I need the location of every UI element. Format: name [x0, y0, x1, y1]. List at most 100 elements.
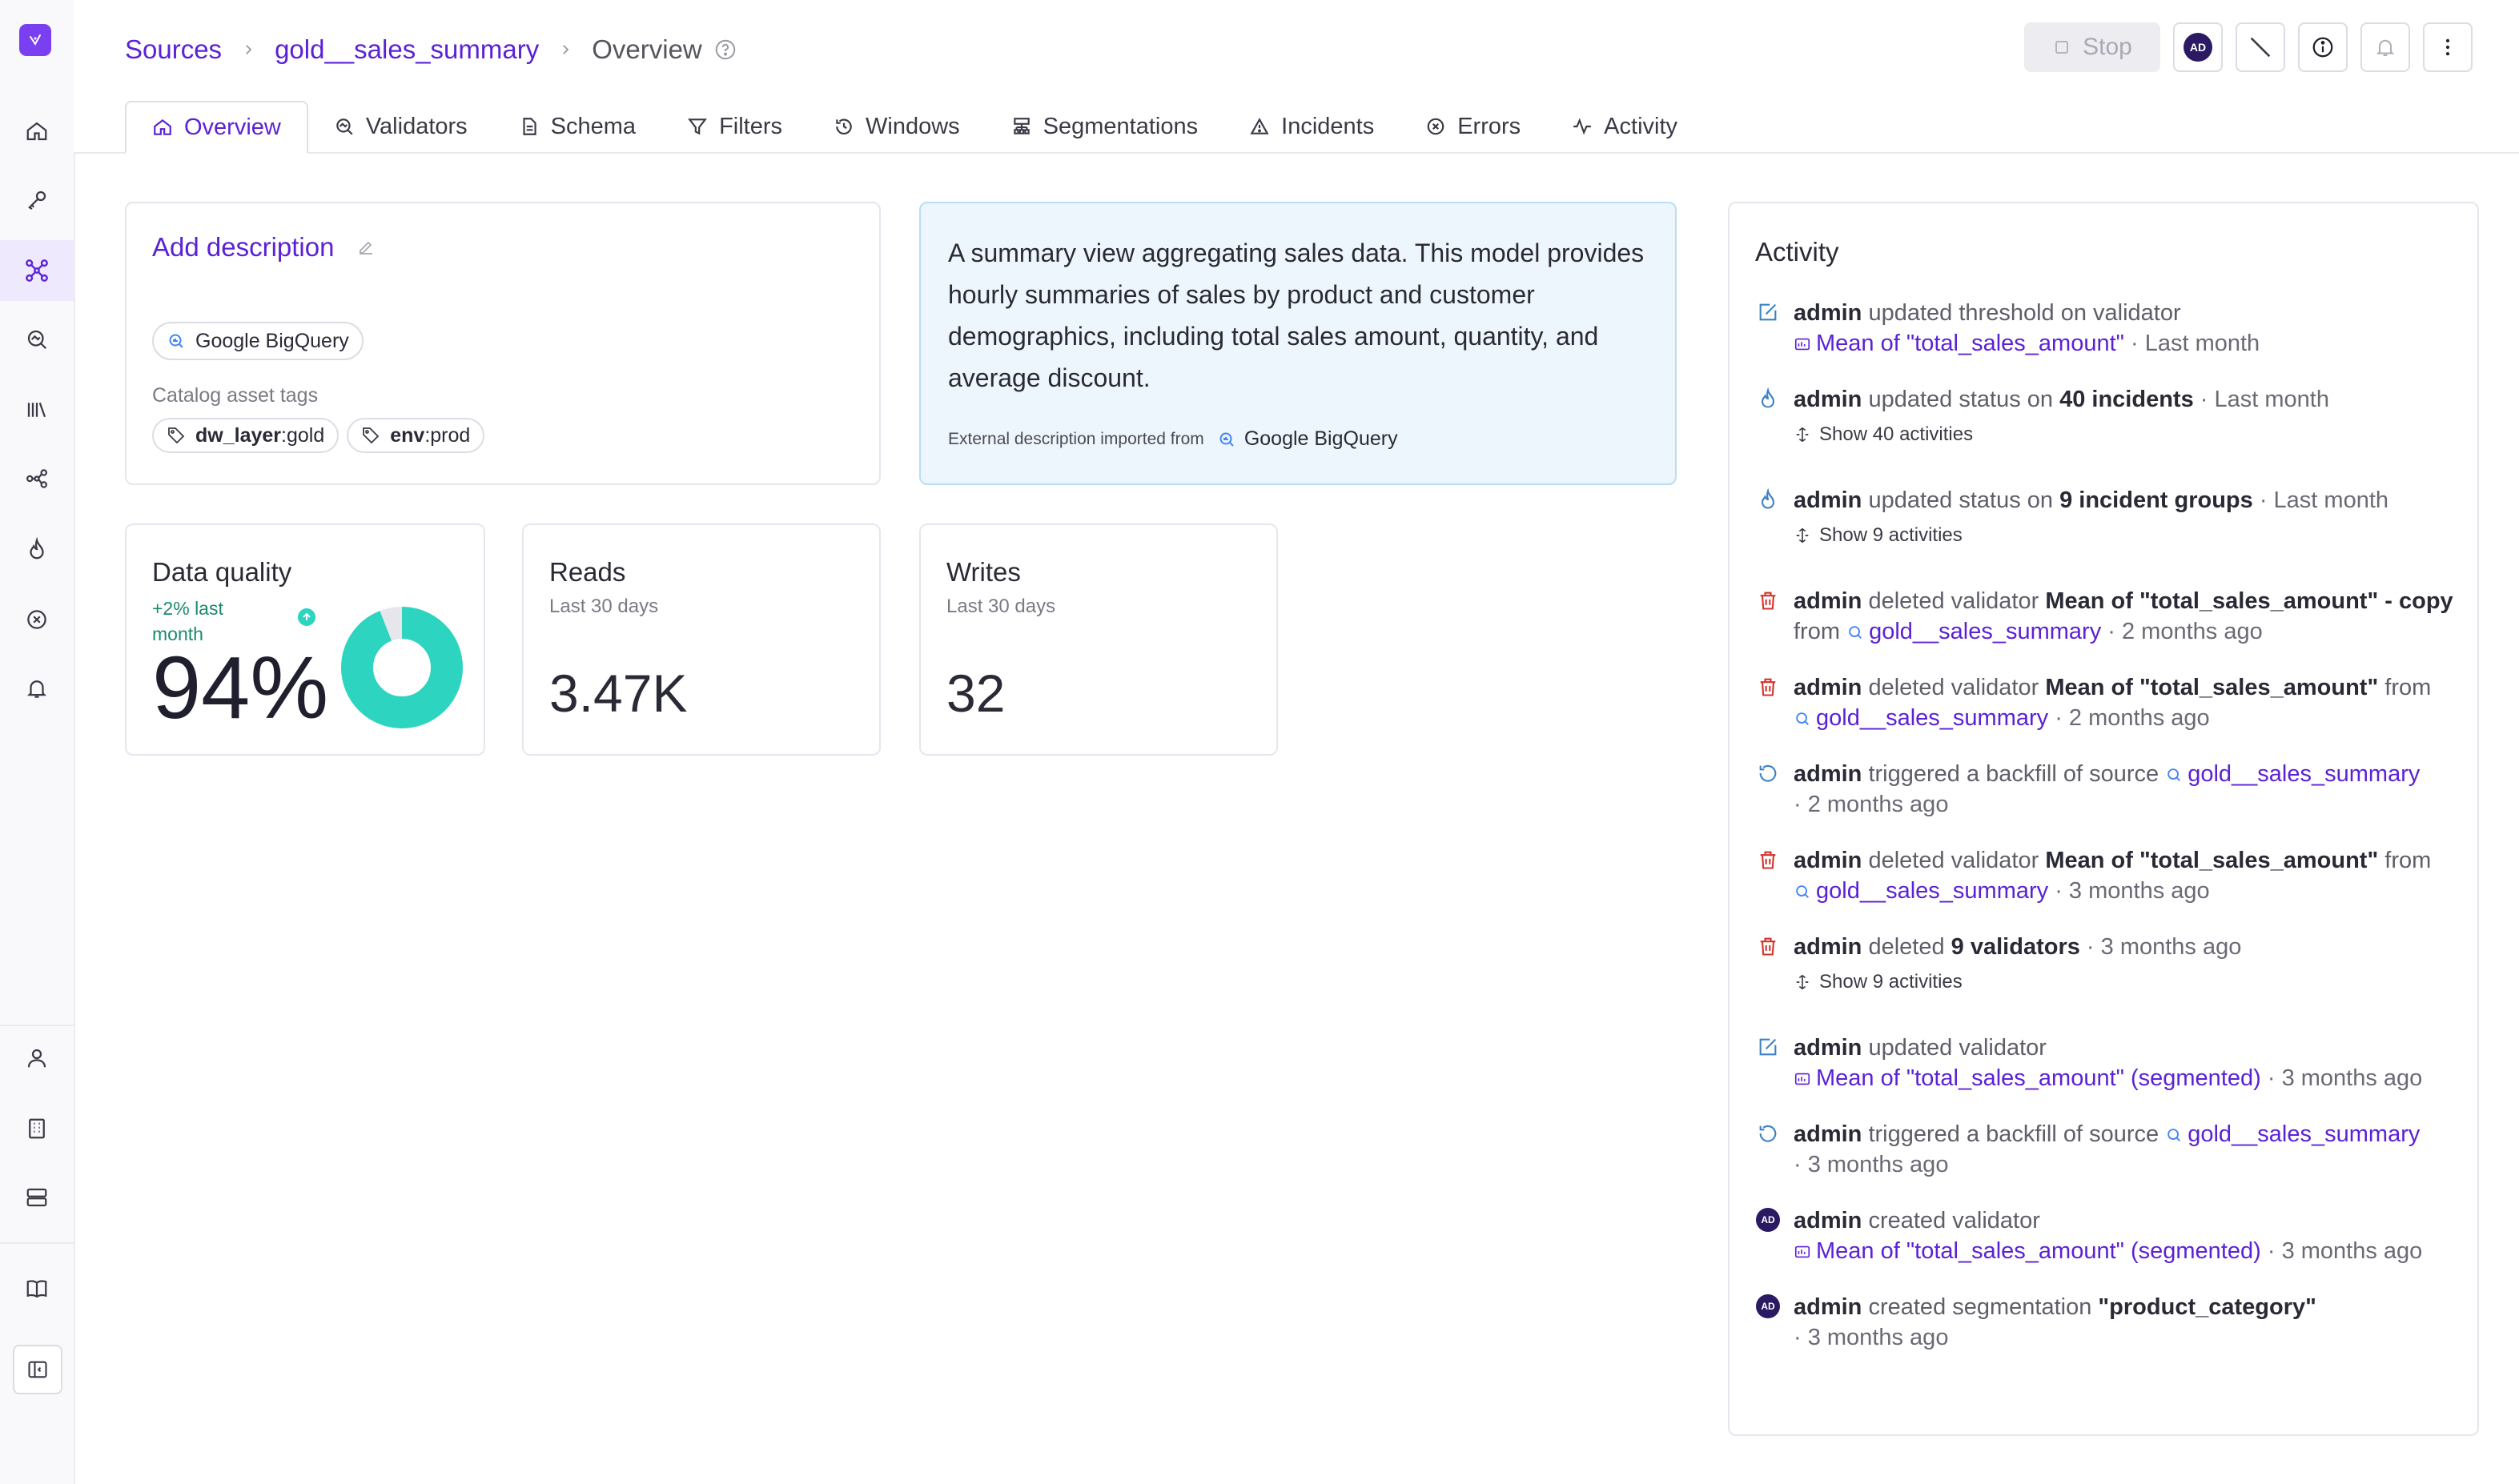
activity-link[interactable]: Mean of "total_sales_amount" — [1816, 331, 2124, 356]
sidebar — [0, 0, 75, 1484]
activity-from: from — [2378, 848, 2432, 873]
source-chip[interactable]: Google BigQuery — [152, 322, 364, 360]
writes-title: Writes — [946, 557, 1021, 587]
show-activities-button[interactable]: Show 9 activities — [1794, 520, 2463, 551]
tab-label: Windows — [866, 113, 960, 139]
more-vertical-icon — [2437, 36, 2459, 58]
breadcrumb-current: Overview — [592, 34, 702, 64]
activity-link[interactable]: gold__sales_summary — [1816, 705, 2048, 731]
stop-label: Stop — [2083, 34, 2132, 60]
validator-chart-icon — [1794, 1070, 1811, 1088]
sidebar-collapse-button[interactable] — [13, 1345, 62, 1394]
activity-action: created segmentation — [1862, 1294, 2099, 1320]
activity-link[interactable]: Mean of "total_sales_amount" (segmented) — [1816, 1065, 2261, 1091]
activity-time: · 2 months ago — [2048, 705, 2210, 731]
bigquery-icon — [2165, 1126, 2183, 1144]
activity-action: updated status on — [1862, 387, 2060, 412]
activity-time: · Last month — [2123, 331, 2260, 356]
data-quality-card[interactable]: Data quality +2% last month 94% — [125, 523, 485, 756]
server-icon — [25, 1185, 49, 1209]
sidebar-item-incidents[interactable] — [0, 519, 74, 580]
sidebar-item-validators[interactable] — [0, 309, 74, 370]
sidebar-item-namespaces[interactable] — [0, 1098, 74, 1159]
sidebar-item-home[interactable] — [0, 101, 74, 162]
add-description-button[interactable]: Add description — [152, 232, 376, 263]
validator-chart-icon — [1794, 1243, 1811, 1261]
activity-action: deleted — [1862, 934, 1951, 960]
tab-errors[interactable]: Errors — [1400, 101, 1546, 152]
more-options-button[interactable] — [2423, 22, 2473, 72]
tab-label: Segmentations — [1043, 113, 1199, 139]
tab-label: Schema — [550, 113, 637, 139]
sidebar-item-lineage[interactable] — [0, 448, 74, 509]
activity-link[interactable]: gold__sales_summary — [1816, 878, 2048, 904]
tags-row: dw_layer:gold env:prod — [152, 418, 485, 453]
tab-validators[interactable]: Validators — [308, 101, 493, 152]
activity-action: triggered a backfill of source — [1862, 1121, 2166, 1147]
tab-activity[interactable]: Activity — [1546, 101, 1703, 152]
sidebar-item-settings[interactable] — [0, 1167, 74, 1228]
breadcrumb: Sources gold__sales_summary Overview — [125, 27, 737, 72]
stop-icon — [2052, 38, 2071, 57]
activity-time: · 3 months ago — [2079, 934, 2242, 960]
sidebar-item-catalog[interactable] — [0, 379, 74, 440]
activity-time: · 3 months ago — [1794, 1325, 1949, 1350]
tab-label: Incidents — [1281, 113, 1375, 139]
tag-key: dw_layer — [195, 423, 282, 447]
sidebar-item-users[interactable] — [0, 1028, 74, 1089]
activity-user: admin — [1794, 300, 1862, 326]
tab-schema[interactable]: Schema — [493, 101, 661, 152]
tab-overview[interactable]: Overview — [125, 101, 308, 154]
activity-target: 40 incidents — [2059, 387, 2194, 412]
tag-chip[interactable]: env:prod — [347, 418, 485, 453]
tab-bar: Overview Validators Schema Filters Windo… — [125, 99, 1703, 154]
tab-incidents[interactable]: Incidents — [1223, 101, 1400, 152]
activity-user: admin — [1794, 588, 1862, 614]
activity-link[interactable]: gold__sales_summary — [2188, 761, 2420, 787]
activity-time: · 3 months ago — [2260, 1238, 2423, 1264]
reads-card: Reads Last 30 days 3.47K — [522, 523, 881, 756]
header-actions: Stop AD — [2024, 22, 2473, 72]
tab-filters[interactable]: Filters — [661, 101, 808, 152]
trash-icon — [1755, 674, 1781, 700]
help-circle-icon[interactable] — [713, 38, 737, 62]
owner-avatar-button[interactable]: AD — [2173, 22, 2223, 72]
activity-user: admin — [1794, 1294, 1862, 1320]
app-logo[interactable] — [19, 24, 51, 56]
activity-link[interactable]: gold__sales_summary — [1869, 619, 2101, 644]
error-icon — [1425, 116, 1446, 137]
writes-card: Writes Last 30 days 32 — [919, 523, 1278, 756]
tab-segmentations[interactable]: Segmentations — [986, 101, 1223, 152]
tab-windows[interactable]: Windows — [808, 101, 986, 152]
sidebar-item-credentials[interactable] — [0, 170, 74, 231]
info-button[interactable] — [2298, 22, 2348, 72]
notifications-button[interactable] — [2360, 22, 2410, 72]
bigquery-icon — [1794, 710, 1811, 728]
validator-icon — [25, 327, 49, 351]
breadcrumb-source-link[interactable]: gold__sales_summary — [275, 34, 539, 65]
library-icon — [25, 398, 49, 422]
show-activities-button[interactable]: Show 40 activities — [1794, 419, 2463, 450]
activity-link[interactable]: Mean of "total_sales_amount" (segmented) — [1816, 1238, 2261, 1264]
tag-chip[interactable]: dw_layer:gold — [152, 418, 339, 453]
sidebar-item-notifications[interactable] — [0, 658, 74, 719]
activity-link[interactable]: gold__sales_summary — [2188, 1121, 2420, 1147]
sidebar-divider — [0, 1025, 74, 1026]
sidebar-item-errors[interactable] — [0, 589, 74, 650]
no-tag-button[interactable] — [2236, 22, 2285, 72]
activity-target: "product_category" — [2098, 1294, 2316, 1320]
stop-button[interactable]: Stop — [2024, 22, 2160, 72]
activity-action: deleted validator — [1862, 588, 2046, 614]
sidebar-item-docs[interactable] — [0, 1258, 74, 1319]
activity-user: admin — [1794, 1208, 1862, 1233]
external-description-card: A summary view aggregating sales data. T… — [919, 202, 1677, 485]
breadcrumb-sources-link[interactable]: Sources — [125, 34, 222, 65]
activity-action: deleted validator — [1862, 848, 2046, 873]
sidebar-toggle-icon — [26, 1358, 49, 1381]
imported-label: External description imported from — [948, 429, 1204, 448]
show-activities-button[interactable]: Show 9 activities — [1794, 967, 2463, 997]
tab-label: Overview — [184, 114, 281, 140]
book-icon — [25, 1277, 49, 1301]
avatar: AD — [1756, 1208, 1780, 1232]
sidebar-item-sources[interactable] — [0, 240, 74, 301]
